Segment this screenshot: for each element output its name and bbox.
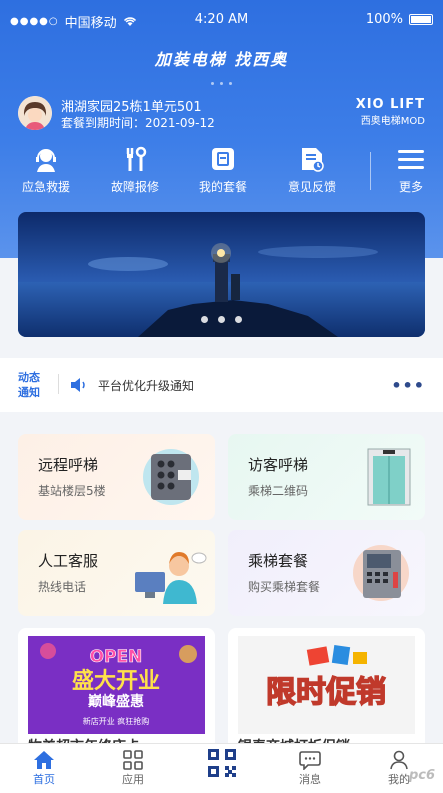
tab-label: 首页: [33, 773, 55, 786]
notice-text[interactable]: 平台优化升级通知: [98, 377, 194, 394]
brand-sub: 西奥电梯MOD: [360, 116, 425, 127]
brand-name: XIO LIFT: [355, 97, 425, 112]
tab-home[interactable]: 首页: [14, 749, 74, 787]
quick-action-label: 意见反馈: [287, 180, 336, 194]
quick-feedback[interactable]: 意见反馈: [277, 146, 347, 195]
quick-more[interactable]: 更多: [376, 146, 443, 195]
promo-card-supermarket[interactable]: OPEN 盛大开业 巅峰盛惠 新店开业 疯狂抢购 物美超市年终庆卡: [18, 628, 215, 753]
service-title: 访客呼梯: [248, 456, 309, 474]
battery-percentage: 100%: [365, 12, 403, 27]
message-icon: [299, 751, 321, 770]
watermark: pc6: [408, 768, 435, 783]
svg-text:限时促销: 限时促销: [266, 675, 386, 710]
bottom-tab-bar: 首页 应用 消息 我的 pc6: [0, 743, 443, 793]
service-title: 乘梯套餐: [248, 552, 309, 570]
quick-actions: 应急救援 故障报修 我的套餐 意见反馈 更多: [0, 146, 443, 202]
svg-text:新店开业 疯狂抢购: 新店开业 疯狂抢购: [83, 716, 150, 726]
customer-service-icon: [135, 552, 207, 604]
repair-tools-icon: [126, 146, 147, 171]
quick-fault-repair[interactable]: 故障报修: [100, 146, 170, 195]
tab-messages[interactable]: 消息: [280, 749, 340, 787]
tab-apps[interactable]: 应用: [103, 749, 163, 787]
user-avatar[interactable]: [18, 96, 52, 130]
promo-image-limited-sale: 限时促销: [238, 636, 415, 734]
service-subtitle: 乘梯二维码: [248, 484, 309, 498]
feedback-icon: [302, 148, 324, 172]
service-subtitle: 购买乘梯套餐: [248, 580, 321, 594]
tab-label: 应用: [122, 773, 144, 786]
service-card-visitor-call[interactable]: 访客呼梯 乘梯二维码: [228, 434, 425, 520]
more-dots-icon[interactable]: •••: [391, 376, 425, 395]
slogan: 加装电梯 找西奥: [154, 50, 289, 69]
speaker-icon: [71, 378, 85, 392]
notice-divider: [58, 374, 59, 394]
status-bar: ●●●●○ 中国移动 4:20 AM 100%: [0, 0, 443, 40]
svg-text:OPEN: OPEN: [90, 647, 143, 667]
package-icon: [212, 148, 234, 170]
service-subtitle: 基站楼层5楼: [38, 484, 106, 498]
menu-icon: [398, 150, 424, 169]
quick-action-label: 我的套餐: [198, 180, 247, 194]
tab-scan-qr[interactable]: [192, 747, 252, 779]
emergency-agent-icon: [36, 149, 56, 172]
apps-icon: [123, 750, 143, 770]
banner-carousel[interactable]: [18, 212, 425, 337]
quick-action-label: 应急救援: [21, 180, 70, 194]
ticket-machine-icon: [353, 545, 409, 601]
slogan-pager: [0, 70, 443, 89]
package-expiry: 套餐到期时间：2021-09-12: [61, 116, 215, 130]
quick-emergency-rescue[interactable]: 应急救援: [11, 146, 81, 195]
promo-image-open: OPEN 盛大开业 巅峰盛惠 新店开业 疯狂抢购: [28, 636, 205, 734]
banner-pager: [18, 308, 425, 327]
tab-label: 消息: [299, 773, 321, 786]
svg-text:巅峰盛惠: 巅峰盛惠: [88, 693, 144, 710]
home-icon: [34, 751, 54, 769]
service-card-remote-call[interactable]: 远程呼梯 基站楼层5楼: [18, 434, 215, 520]
quick-action-label: 故障报修: [110, 180, 159, 194]
qr-code-icon: [208, 749, 236, 777]
battery-icon: [409, 14, 433, 25]
notice-tag: 动态 通知: [18, 371, 40, 399]
promo-card-mall[interactable]: 限时促销 银泰商城打折促销: [228, 628, 425, 753]
service-title: 人工客服: [38, 552, 99, 570]
notice-bar[interactable]: 动态 通知 平台优化升级通知 •••: [0, 358, 443, 412]
profile-icon: [390, 750, 408, 770]
svg-text:盛大开业: 盛大开业: [72, 668, 160, 694]
service-subtitle: 热线电话: [38, 580, 87, 594]
quick-my-package[interactable]: 我的套餐: [188, 146, 258, 195]
elevator-door-icon: [367, 448, 411, 506]
quick-action-label: 更多: [398, 180, 423, 194]
service-card-ride-package[interactable]: 乘梯套餐 购买乘梯套餐: [228, 530, 425, 616]
community-address[interactable]: 湘湖家园25栋1单元501: [61, 96, 202, 115]
service-title: 远程呼梯: [38, 456, 99, 474]
service-card-customer-service[interactable]: 人工客服 热线电话: [18, 530, 215, 616]
quick-divider: [370, 152, 371, 190]
elevator-panel-icon: [143, 449, 199, 505]
brand-logo: XIO LIFT 西奥电梯MOD: [356, 97, 425, 127]
